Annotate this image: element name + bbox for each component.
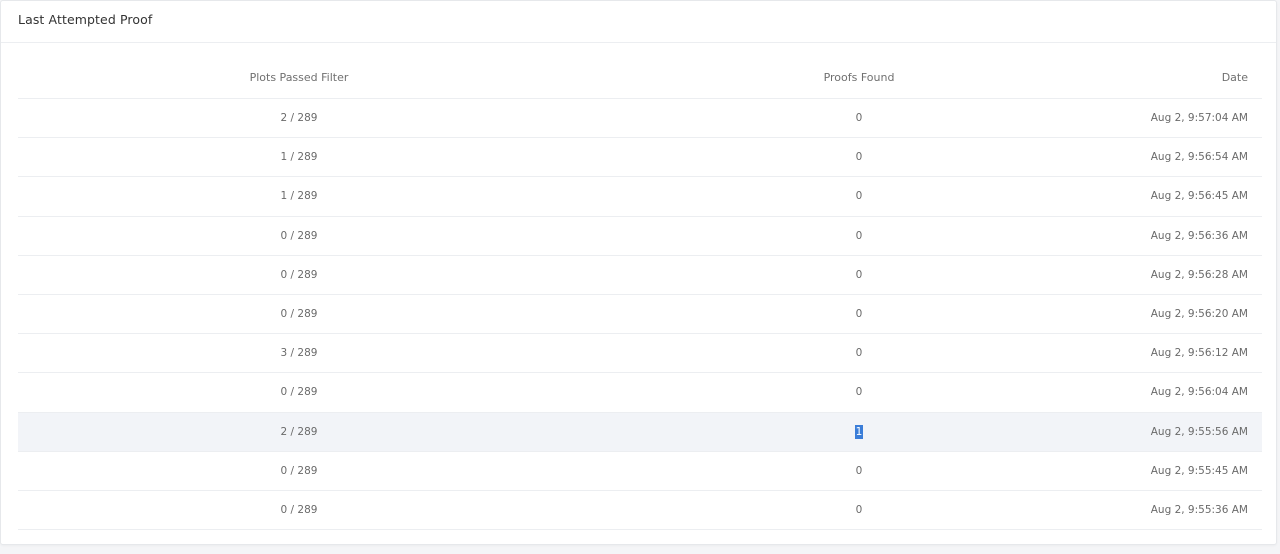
- date-cell: Aug 2, 9:56:28 AM: [1150, 268, 1248, 281]
- date-cell: Aug 2, 9:55:45 AM: [1150, 464, 1248, 477]
- table-row[interactable]: 0 / 289 0 Aug 2, 9:55:45 AM: [18, 452, 1262, 491]
- column-header-date[interactable]: Date: [1138, 71, 1262, 84]
- plots-passed-cell: 0 / 289: [280, 503, 318, 516]
- date-cell: Aug 2, 9:56:45 AM: [1150, 190, 1248, 203]
- date-cell: Aug 2, 9:56:04 AM: [1150, 386, 1248, 399]
- date-cell: Aug 2, 9:55:36 AM: [1150, 503, 1248, 516]
- proofs-found-cell: 0: [855, 229, 863, 242]
- proofs-found-cell: 0: [855, 503, 863, 516]
- column-header-proofs-found[interactable]: Proofs Found: [580, 71, 1138, 84]
- table-row[interactable]: 0 / 289 0 Aug 2, 9:56:04 AM: [18, 373, 1262, 413]
- plots-passed-cell: 0 / 289: [280, 229, 318, 242]
- proofs-found-cell: 0: [855, 190, 863, 203]
- table-header-row: Plots Passed Filter Proofs Found Date: [18, 58, 1262, 99]
- plots-passed-cell: 2 / 289: [280, 425, 318, 438]
- proofs-found-cell: 0: [855, 308, 863, 321]
- proofs-table: Plots Passed Filter Proofs Found Date 2 …: [18, 58, 1262, 531]
- column-header-plots-passed-filter[interactable]: Plots Passed Filter: [18, 71, 580, 84]
- date-cell: Aug 2, 9:56:20 AM: [1150, 308, 1248, 321]
- plots-passed-cell: 0 / 289: [280, 386, 318, 399]
- card-title: Last Attempted Proof: [18, 12, 153, 27]
- card-header: Last Attempted Proof: [1, 1, 1276, 43]
- proofs-found-cell: 0: [855, 347, 863, 360]
- plots-passed-cell: 3 / 289: [280, 347, 318, 360]
- proofs-found-cell: 0: [855, 268, 863, 281]
- plots-passed-cell: 0 / 289: [280, 464, 318, 477]
- proofs-found-cell: 1: [580, 424, 1138, 439]
- table-row[interactable]: 2 / 289 0 Aug 2, 9:57:04 AM: [18, 99, 1262, 139]
- selected-proofs-value[interactable]: 1: [854, 424, 864, 439]
- proofs-found-cell: 0: [855, 151, 863, 164]
- proofs-found-cell: 0: [855, 112, 863, 125]
- table-row[interactable]: 0 / 289 0 Aug 2, 9:56:36 AM: [18, 217, 1262, 256]
- proofs-found-cell: 0: [855, 386, 863, 399]
- date-cell: Aug 2, 9:56:54 AM: [1150, 151, 1248, 164]
- table-row[interactable]: 1 / 289 0 Aug 2, 9:56:54 AM: [18, 138, 1262, 178]
- table-row[interactable]: 0 / 289 0 Aug 2, 9:56:28 AM: [18, 256, 1262, 295]
- date-cell: Aug 2, 9:55:56 AM: [1150, 425, 1248, 438]
- plots-passed-cell: 0 / 289: [280, 268, 318, 281]
- table-row[interactable]: 1 / 289 0 Aug 2, 9:56:45 AM: [18, 177, 1262, 217]
- plots-passed-cell: 1 / 289: [280, 151, 318, 164]
- proofs-found-cell: 0: [855, 464, 863, 477]
- plots-passed-cell: 1 / 289: [280, 190, 318, 203]
- table-row[interactable]: 0 / 289 0 Aug 2, 9:55:36 AM: [18, 491, 1262, 531]
- plots-passed-cell: 0 / 289: [280, 308, 318, 321]
- date-cell: Aug 2, 9:56:12 AM: [1150, 347, 1248, 360]
- table-row[interactable]: 0 / 289 0 Aug 2, 9:56:20 AM: [18, 295, 1262, 335]
- date-cell: Aug 2, 9:56:36 AM: [1150, 229, 1248, 242]
- plots-passed-cell: 2 / 289: [280, 112, 318, 125]
- last-attempted-proof-card: Last Attempted Proof Plots Passed Filter…: [0, 0, 1277, 545]
- date-cell: Aug 2, 9:57:04 AM: [1150, 112, 1248, 125]
- table-row[interactable]: 3 / 289 0 Aug 2, 9:56:12 AM: [18, 334, 1262, 374]
- table-row-hovered[interactable]: 2 / 289 1 Aug 2, 9:55:56 AM: [18, 412, 1262, 452]
